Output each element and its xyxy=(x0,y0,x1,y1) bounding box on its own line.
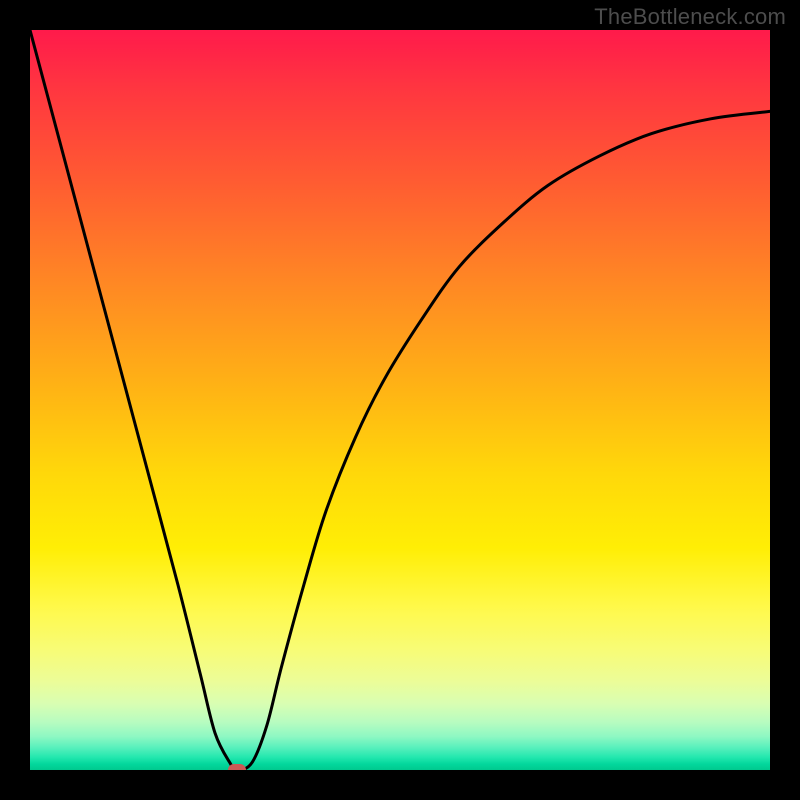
plot-area xyxy=(30,30,770,770)
minimum-marker xyxy=(228,764,246,770)
bottleneck-curve xyxy=(30,30,770,770)
chart-frame: TheBottleneck.com xyxy=(0,0,800,800)
watermark-text: TheBottleneck.com xyxy=(594,4,786,30)
